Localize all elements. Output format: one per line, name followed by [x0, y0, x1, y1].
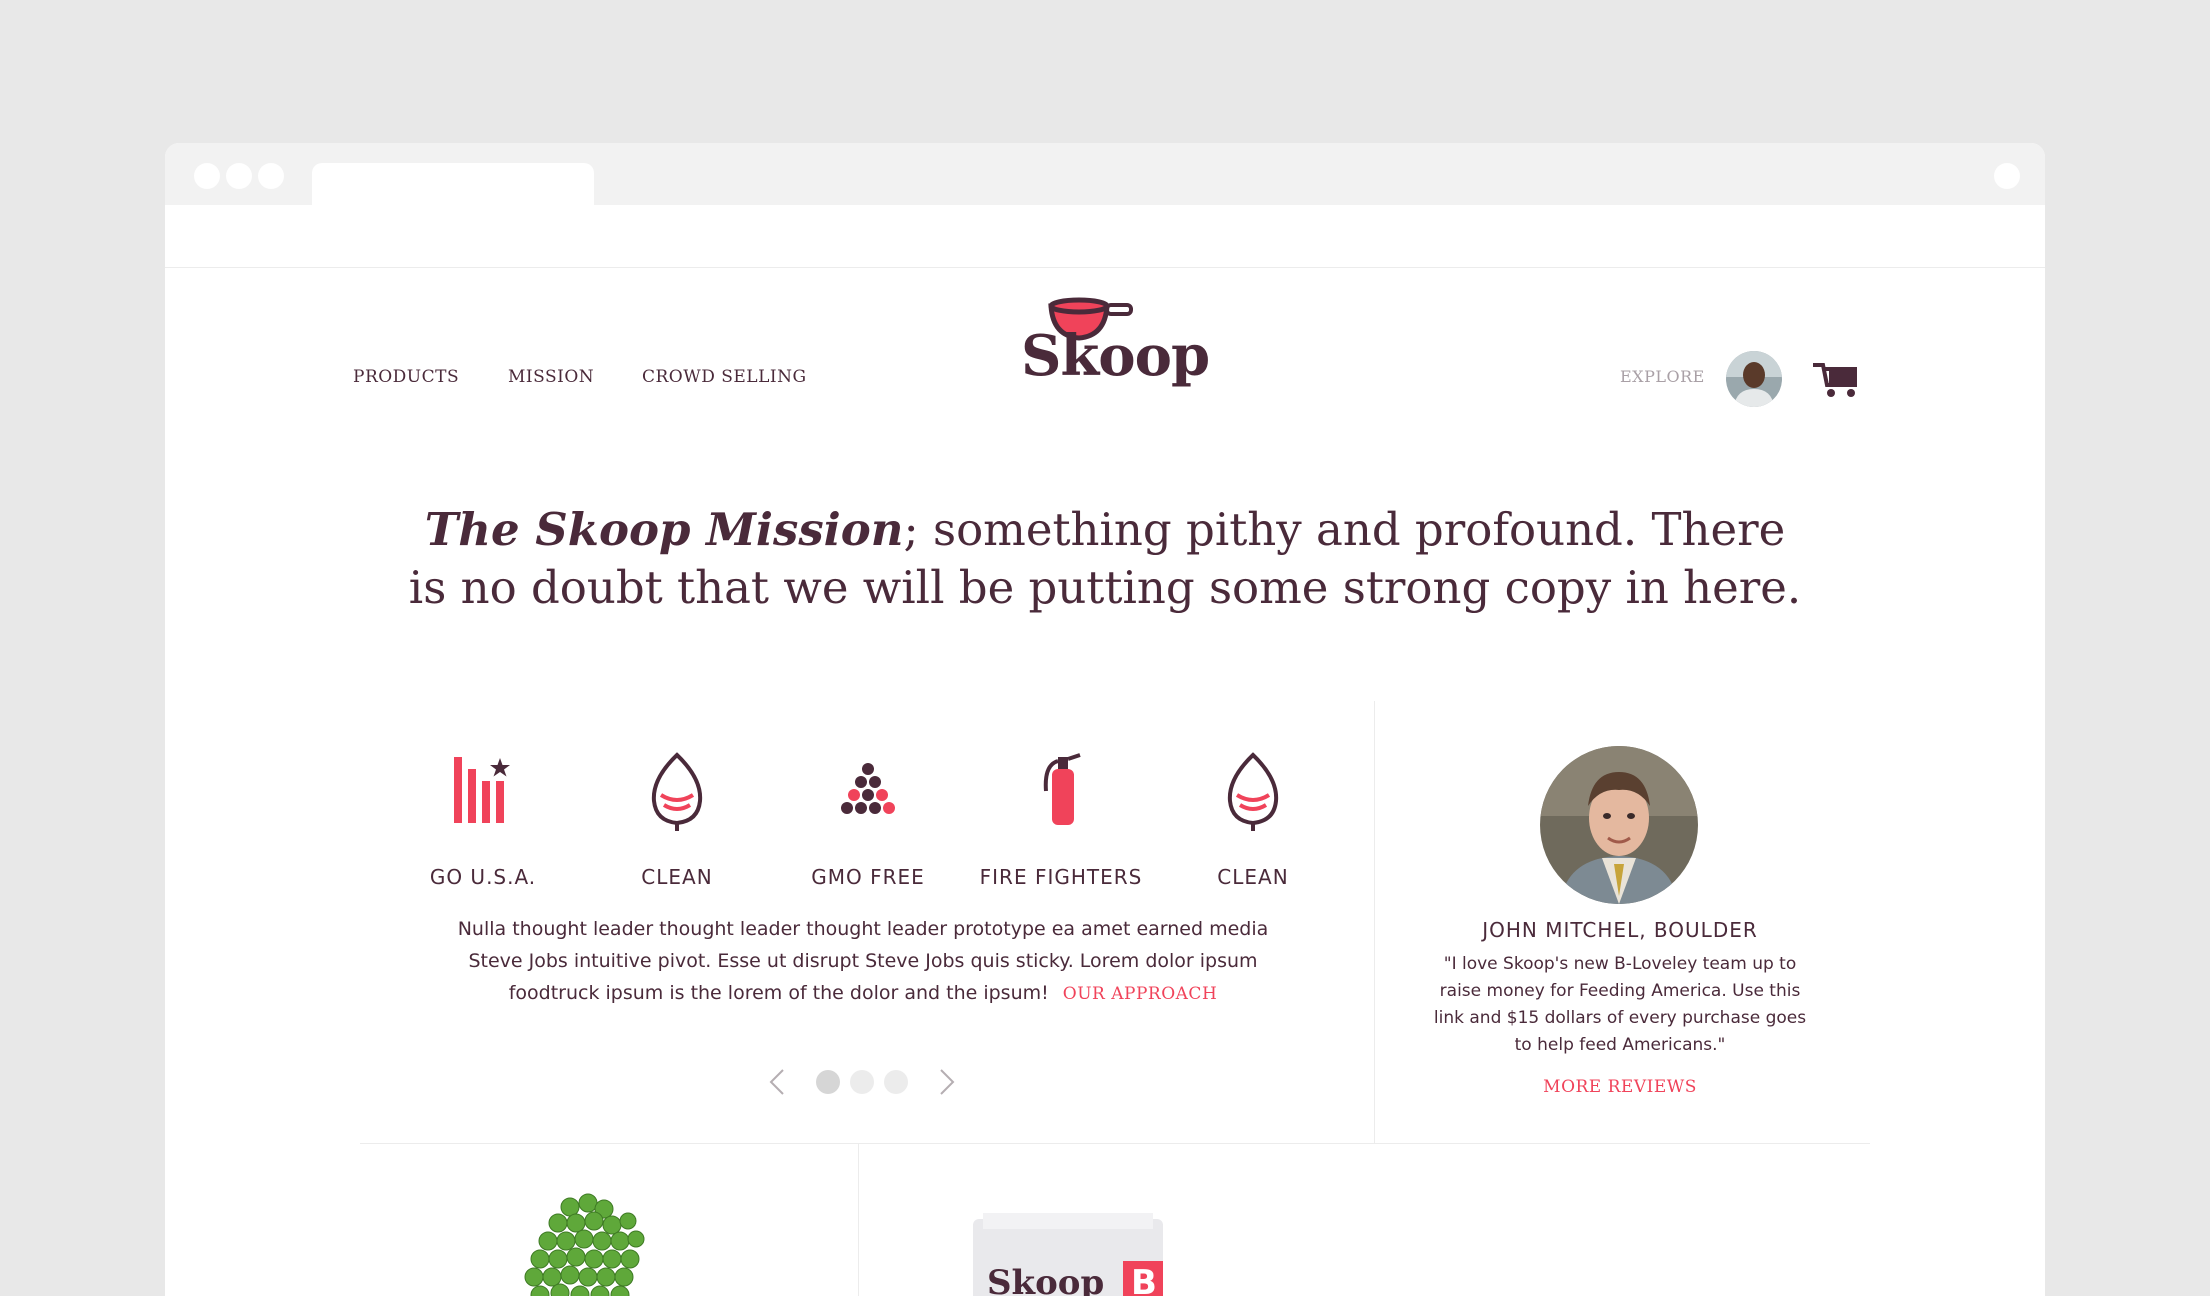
feature-label: CLEAN: [1217, 865, 1289, 889]
feature-gmo-free[interactable]: GMO FREE: [773, 743, 963, 889]
dots-triangle-icon: [841, 763, 895, 814]
features-description: Nulla thought leader thought leader thou…: [453, 913, 1273, 1010]
reviewer-name: JOHN MITCHEL, BOULDER: [1482, 918, 1758, 942]
pager-dot-1[interactable]: [816, 1070, 840, 1094]
bag-badge: B: [1131, 1263, 1157, 1296]
window-minimize-dot[interactable]: [226, 163, 252, 189]
mission-statement: The Skoop Mission; something pithy and p…: [405, 501, 1805, 617]
skoop-logo[interactable]: Skoop: [1021, 293, 1210, 393]
nav-crowd-selling-link[interactable]: CROWD SELLING: [642, 367, 807, 387]
feature-clean-2[interactable]: CLEAN: [1158, 743, 1348, 889]
section-divider: [1374, 701, 1375, 1143]
reviewer-photo: [1540, 746, 1698, 904]
browser-menu-dot[interactable]: [1994, 163, 2020, 189]
feature-fire-fighters[interactable]: FIRE FIGHTERS: [966, 743, 1156, 889]
feature-label: GO U.S.A.: [429, 865, 537, 889]
flag-bars-icon: [454, 757, 510, 823]
nav-products-link[interactable]: PRODUCTS: [353, 367, 459, 387]
chevron-left-icon[interactable]: [765, 1067, 789, 1097]
section-divider: [360, 1143, 1870, 1144]
feature-label: GMO FREE: [811, 865, 925, 889]
nav-mission-link[interactable]: MISSION: [508, 367, 594, 387]
leaf-drop-icon: [1227, 752, 1279, 831]
logo-wordmark: Skoop: [1021, 323, 1210, 389]
explore-link[interactable]: EXPLORE: [1620, 367, 1705, 386]
product-bag-image[interactable]: Skoop B: [973, 1211, 1163, 1296]
user-avatar[interactable]: [1726, 351, 1782, 407]
our-approach-link[interactable]: OUR APPROACH: [1063, 984, 1217, 1004]
cart-icon[interactable]: [1811, 359, 1859, 399]
mission-title: The Skoop Mission: [424, 503, 904, 556]
chevron-right-icon[interactable]: [935, 1067, 959, 1097]
fire-extinguisher-icon: [1043, 753, 1081, 825]
more-reviews-link[interactable]: MORE REVIEWS: [1465, 1077, 1775, 1097]
section-divider: [858, 1143, 859, 1296]
pager-dot-3[interactable]: [884, 1070, 908, 1094]
peas-image[interactable]: [500, 1193, 680, 1296]
browser-window: PRODUCTS MISSION CROWD SELLING Skoop EXP…: [165, 143, 2045, 1296]
window-close-dot[interactable]: [194, 163, 220, 189]
browser-tab[interactable]: [312, 163, 594, 205]
window-maximize-dot[interactable]: [258, 163, 284, 189]
browser-titlebar: [165, 143, 2045, 205]
leaf-drop-icon: [651, 752, 703, 831]
feature-go-usa[interactable]: GO U.S.A.: [388, 743, 578, 889]
bag-label: Skoop: [987, 1263, 1105, 1296]
browser-address-bar[interactable]: [165, 205, 2045, 268]
review-quote: "I love Skoop's new B-Loveley team up to…: [1433, 954, 1807, 1055]
pager-dot-2[interactable]: [850, 1070, 874, 1094]
feature-label: CLEAN: [641, 865, 713, 889]
feature-label: FIRE FIGHTERS: [979, 865, 1143, 889]
feature-clean[interactable]: CLEAN: [582, 743, 772, 889]
